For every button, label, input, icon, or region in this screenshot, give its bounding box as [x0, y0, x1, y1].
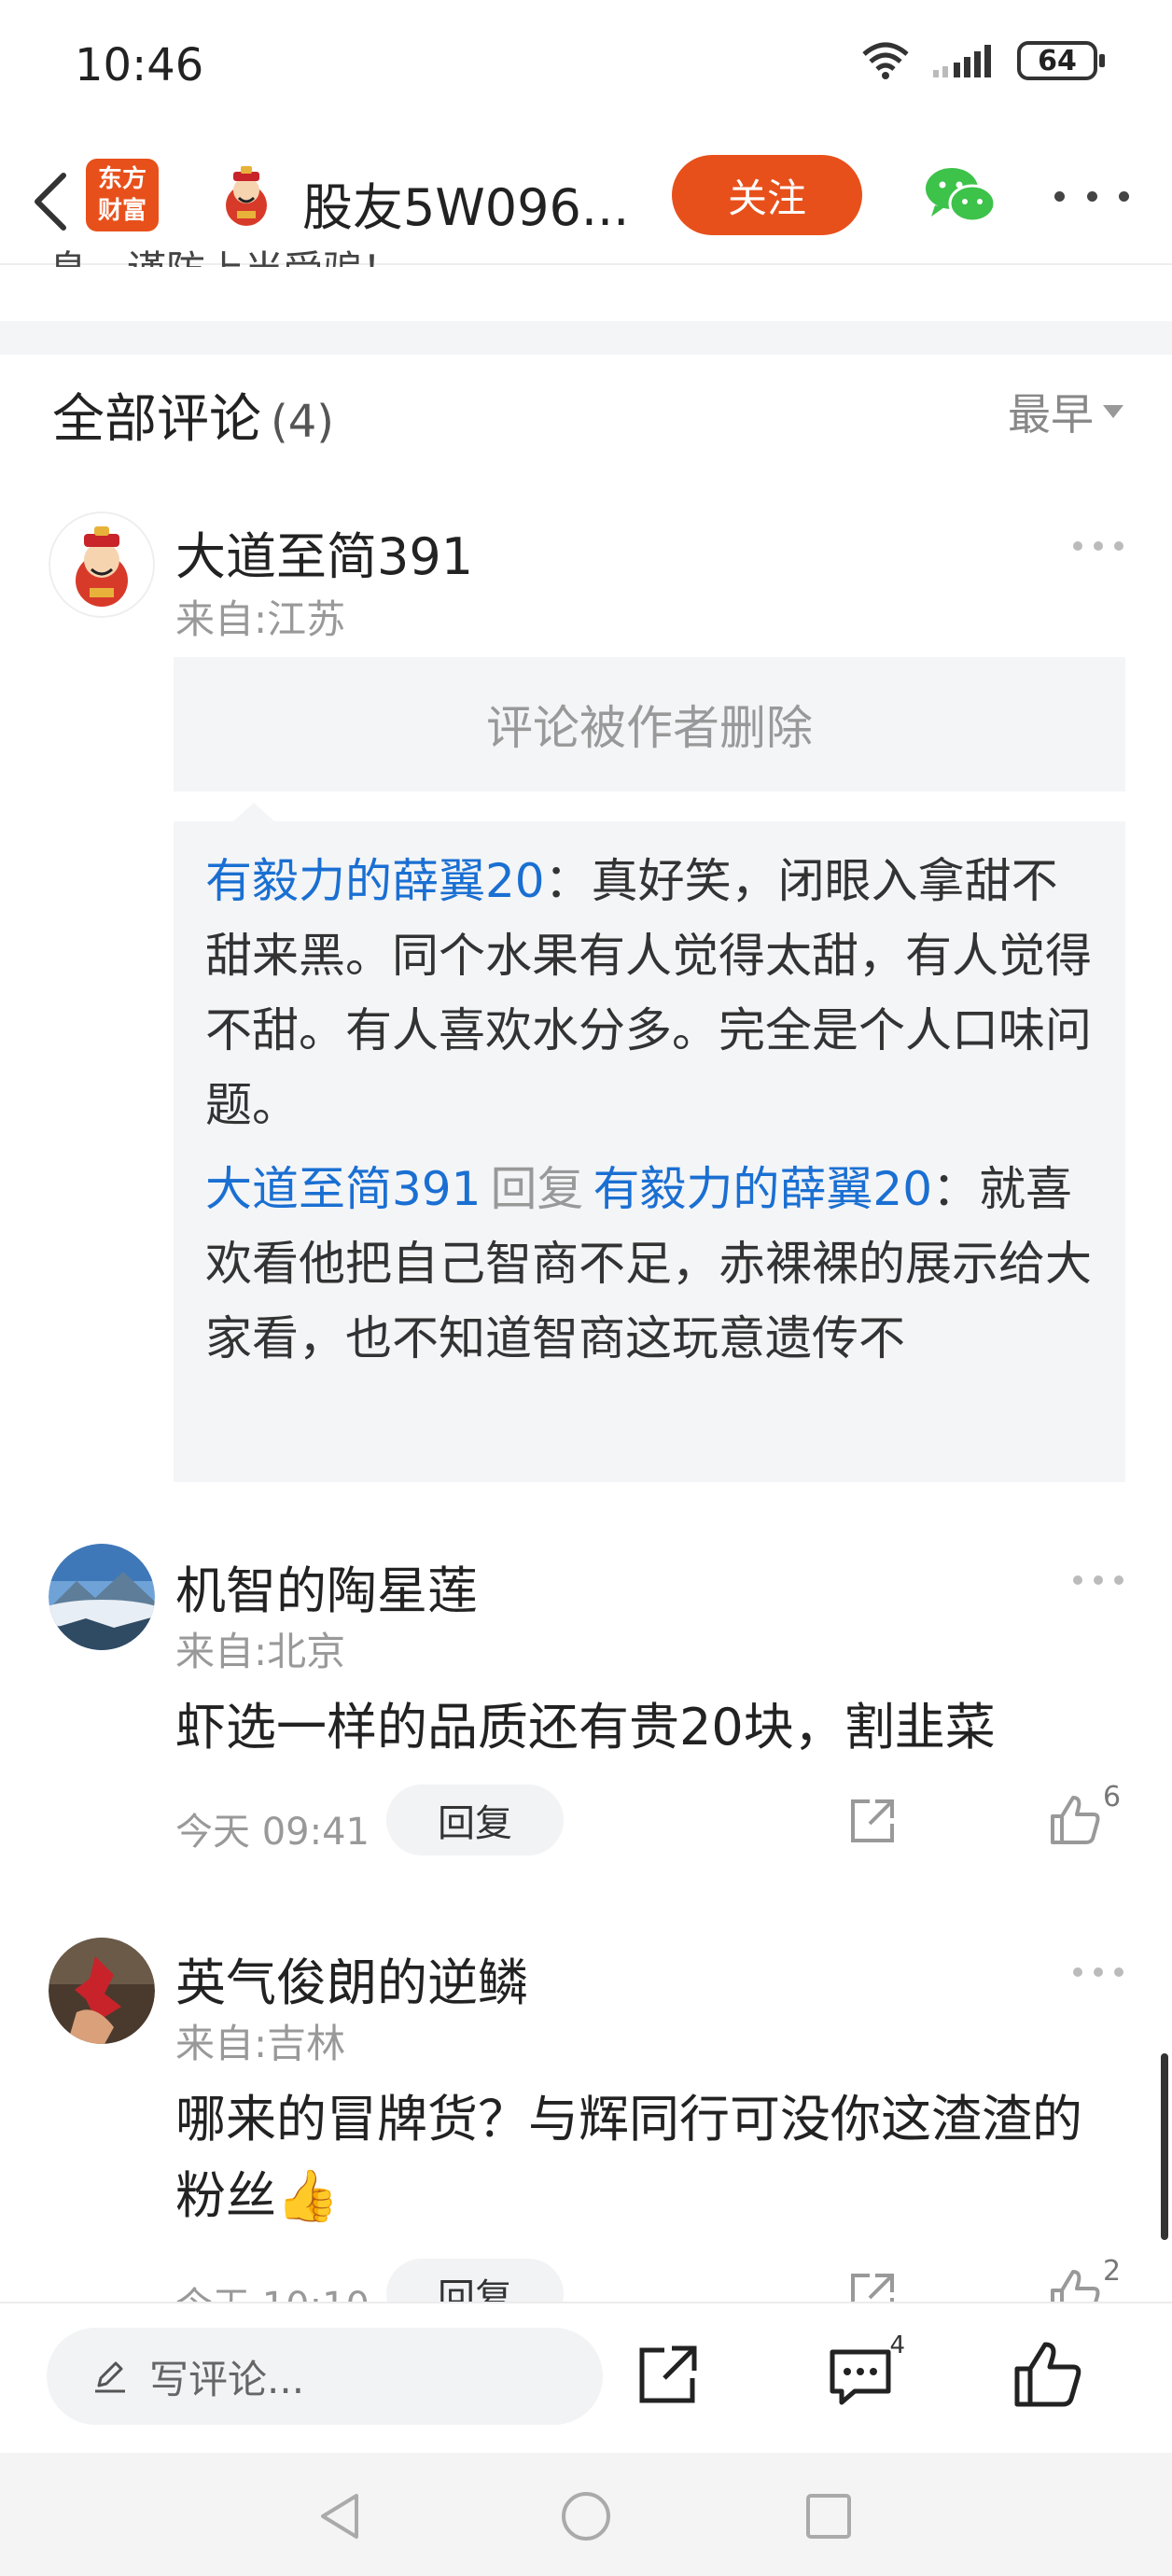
wifi-icon	[862, 42, 909, 79]
comment-more-icon[interactable]	[1073, 1574, 1123, 1587]
more-icon[interactable]	[1054, 177, 1129, 215]
comments-header: 全部评论 (4)	[52, 377, 334, 453]
avatar[interactable]	[49, 1938, 155, 2044]
author-name[interactable]: 股友5W096...	[302, 166, 629, 240]
follow-button[interactable]: 关注	[672, 155, 862, 235]
article-tail-text: 息，谨防上当受骗！	[49, 239, 401, 267]
reply-button[interactable]: 回复	[386, 1785, 564, 1855]
comment-author-name[interactable]: 大道至简391	[175, 515, 473, 589]
comment-author-name[interactable]: 机智的陶星莲	[175, 1549, 478, 1623]
system-nav-bar	[0, 2453, 1172, 2576]
comment-text: 哪来的冒牌货？与辉同行可没你这渣渣的粉丝👍	[175, 2090, 1082, 2225]
author-avatar[interactable]	[213, 162, 280, 230]
back-button[interactable]	[22, 164, 78, 239]
comment-count-badge: 4	[889, 2331, 905, 2359]
write-comment-input[interactable]: 写评论...	[47, 2328, 603, 2425]
write-comment-placeholder: 写评论...	[149, 2356, 305, 2402]
reply-username[interactable]: 有毅力的薛翼20	[205, 854, 545, 908]
app-logo[interactable]: 东方 财富	[86, 159, 159, 231]
reply-item[interactable]: 有毅力的薛翼20：真好笑，闭眼入拿甜不甜来黑。同个水果有人觉得太甜，有人觉得不甜…	[205, 844, 1094, 1142]
signal-icon	[933, 45, 991, 77]
comments-count: (4)	[271, 396, 334, 448]
wechat-icon[interactable]	[922, 162, 998, 228]
like-icon[interactable]	[1010, 2337, 1084, 2412]
reply-word: 回复	[490, 1162, 584, 1216]
android-back-icon[interactable]	[314, 2488, 370, 2544]
like-count: 2	[1103, 2255, 1122, 2288]
comment-author-name[interactable]: 英气俊朗的逆鳞	[175, 1941, 528, 2015]
avatar[interactable]	[49, 1544, 155, 1650]
like-icon	[1051, 1796, 1100, 1844]
comment-button[interactable]: 4	[823, 2331, 905, 2412]
share-icon[interactable]	[631, 2337, 705, 2412]
comment-meta: 今天 09:41 回复 6	[175, 1781, 1127, 1855]
comment-text: 虾选一样的品质还有贵20块，割韭菜	[175, 1698, 996, 1757]
status-time: 10:46	[75, 39, 204, 91]
comment-time: 今天 09:41	[175, 1811, 370, 1854]
back-icon	[35, 173, 66, 231]
battery-level: 64	[1038, 44, 1077, 77]
caret-down-icon	[1103, 405, 1123, 418]
comment-more-icon[interactable]	[1073, 1966, 1123, 1979]
section-divider	[0, 321, 1172, 355]
share-icon[interactable]	[847, 1796, 898, 1846]
android-recents-icon[interactable]	[801, 2488, 857, 2544]
reply-thread: 有毅力的薛翼20：真好笑，闭眼入拿甜不甜来黑。同个水果有人觉得太甜，有人觉得不甜…	[174, 803, 1125, 1482]
comment-location: 来自:江苏	[175, 596, 346, 642]
comments-title: 全部评论	[52, 389, 261, 450]
sort-dropdown[interactable]: 最早	[1008, 381, 1123, 442]
comment-icon	[830, 2349, 891, 2405]
avatar[interactable]	[49, 511, 155, 618]
like-button[interactable]: 6	[1049, 1781, 1123, 1848]
like-count: 6	[1103, 1781, 1122, 1813]
reply-item[interactable]: 大道至简391 回复 有毅力的薛翼20：就喜欢看他把自己智商不足，赤裸裸的展示给大家…	[205, 1152, 1094, 1376]
edit-icon	[95, 2361, 125, 2393]
bottom-action-bar: 写评论... 4	[0, 2302, 1172, 2453]
comment-location: 来自:吉林	[175, 2021, 346, 2066]
battery-icon: 64	[1017, 41, 1105, 80]
status-icons: 64	[860, 41, 1105, 80]
scrollbar[interactable]	[1161, 2053, 1168, 2240]
sort-label: 最早	[1008, 389, 1094, 440]
reply-username[interactable]: 大道至简391	[205, 1162, 481, 1216]
app-logo-text: 东方 财富	[97, 165, 146, 225]
android-home-icon[interactable]	[558, 2488, 614, 2544]
comment-location: 来自:北京	[175, 1629, 346, 1674]
status-bar: 10:46 64	[0, 0, 1172, 140]
deleted-comment-notice: 评论被作者删除	[174, 657, 1125, 791]
reply-target-username[interactable]: 有毅力的薛翼20	[593, 1162, 932, 1216]
comment-more-icon[interactable]	[1073, 539, 1123, 553]
